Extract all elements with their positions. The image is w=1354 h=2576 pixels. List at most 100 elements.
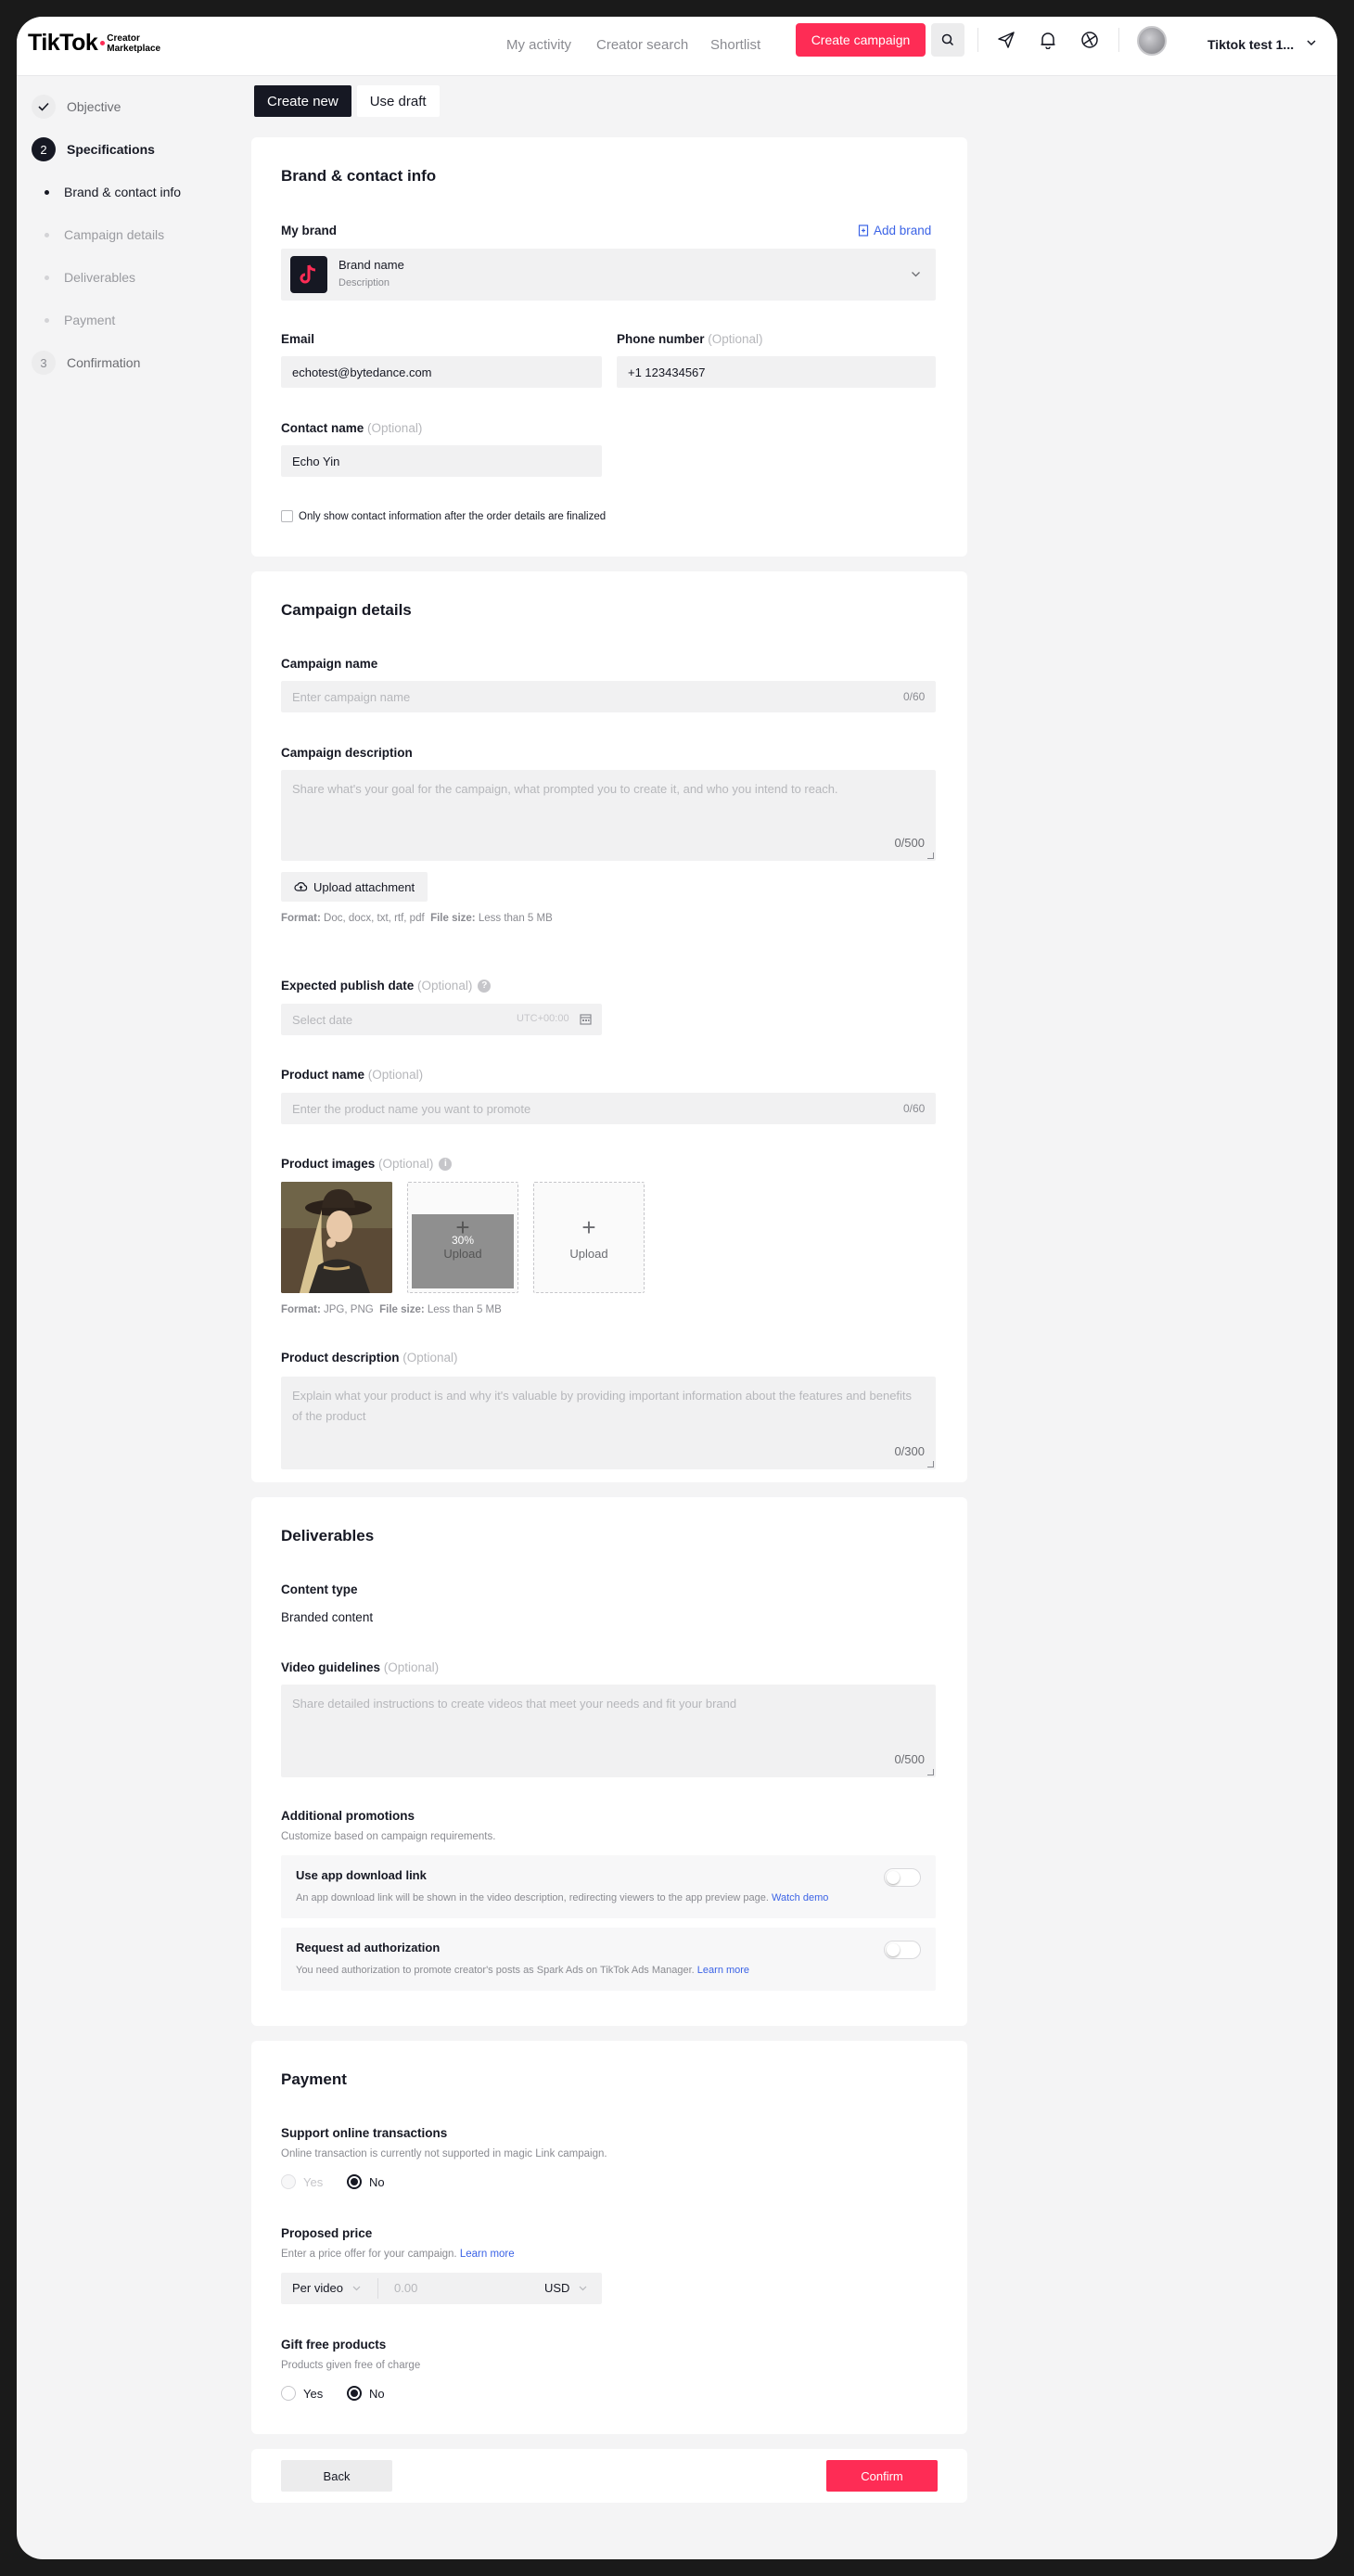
resize-handle[interactable] bbox=[927, 1769, 934, 1775]
contact-name-label: Contact name (Optional) bbox=[281, 421, 422, 435]
section-title: Campaign details bbox=[281, 601, 412, 619]
online-transactions-hint: Online transaction is currently not supp… bbox=[281, 2148, 607, 2159]
gift-yes-radio[interactable]: Yes bbox=[281, 2386, 323, 2401]
tab-use-draft[interactable]: Use draft bbox=[356, 85, 440, 117]
char-counter: 0/500 bbox=[894, 836, 925, 850]
learn-more-link[interactable]: Learn more bbox=[460, 2249, 515, 2260]
calendar-icon bbox=[580, 1014, 592, 1025]
product-image-thumbnail[interactable] bbox=[281, 1182, 392, 1293]
format-label: Format: bbox=[281, 1304, 321, 1315]
video-guidelines-label: Video guidelines (Optional) bbox=[281, 1660, 439, 1674]
ad-authorization-toggle[interactable] bbox=[884, 1941, 921, 1959]
search-button[interactable] bbox=[931, 23, 964, 57]
create-campaign-button[interactable]: Create campaign bbox=[796, 23, 926, 57]
user-avatar[interactable] bbox=[1137, 26, 1167, 56]
date-label-text: Expected publish date bbox=[281, 979, 415, 993]
checkbox-box[interactable] bbox=[281, 510, 293, 522]
char-counter: 0/60 bbox=[903, 1102, 926, 1115]
app-download-toggle[interactable] bbox=[884, 1868, 921, 1887]
nav-divider bbox=[1118, 28, 1119, 52]
radio-dot bbox=[281, 2386, 296, 2401]
product-name-input[interactable]: Enter the product name you want to promo… bbox=[281, 1093, 936, 1124]
radio-label: Yes bbox=[303, 2386, 324, 2401]
help-icon[interactable]: ? bbox=[478, 979, 492, 993]
upload-label: Upload bbox=[443, 1246, 482, 1261]
substep-dot bbox=[45, 275, 49, 280]
video-guidelines-input[interactable]: Share detailed instructions to create vi… bbox=[281, 1685, 936, 1777]
online-yes-radio[interactable]: Yes bbox=[281, 2174, 323, 2189]
price-unit-select[interactable]: Per video bbox=[292, 2281, 361, 2295]
format-value: JPG, PNG bbox=[324, 1304, 374, 1315]
tab-create-new[interactable]: Create new bbox=[254, 85, 351, 117]
add-brand-link[interactable]: Add brand bbox=[858, 224, 931, 237]
size-value: Less than 5 MB bbox=[427, 1304, 502, 1315]
phone-field[interactable]: +1 123434567 bbox=[617, 356, 936, 388]
format-label: Format: bbox=[281, 913, 321, 924]
upload-attachment-button[interactable]: Upload attachment bbox=[281, 872, 428, 902]
gift-no-radio[interactable]: No bbox=[347, 2386, 385, 2401]
contact-name-field[interactable]: Echo Yin bbox=[281, 445, 602, 477]
proposed-price-label: Proposed price bbox=[281, 2226, 373, 2240]
username[interactable]: Tiktok test 1... bbox=[1207, 37, 1294, 52]
substep-brand-contact[interactable]: Brand & contact info bbox=[41, 185, 181, 199]
chevron-down-icon bbox=[352, 2286, 361, 2290]
promo-ad-authorization: Request ad authorization You need author… bbox=[281, 1928, 936, 1991]
chevron-down-icon bbox=[912, 272, 920, 277]
price-amount-input[interactable]: 0.00 bbox=[394, 2281, 417, 2295]
substep-dot bbox=[45, 189, 49, 195]
brand-logo bbox=[290, 256, 327, 293]
promo-title: Use app download link bbox=[296, 1868, 427, 1882]
char-counter: 0/60 bbox=[903, 690, 926, 703]
content-type-value: Branded content bbox=[281, 1610, 374, 1624]
promo-description: An app download link will be shown in th… bbox=[296, 1892, 828, 1903]
photo-woman-hat bbox=[281, 1182, 392, 1293]
resize-handle[interactable] bbox=[927, 1461, 934, 1467]
explore-button[interactable] bbox=[1078, 28, 1102, 52]
messages-button[interactable] bbox=[994, 28, 1018, 52]
substep-campaign-details[interactable]: Campaign details bbox=[41, 227, 164, 242]
radio-label: No bbox=[369, 2174, 385, 2189]
add-document-icon bbox=[858, 224, 869, 237]
optional-tag: (Optional) bbox=[367, 421, 423, 435]
promo-title: Request ad authorization bbox=[296, 1941, 441, 1954]
substep-label: Campaign details bbox=[64, 227, 165, 242]
logo-sub-line2: Marketplace bbox=[107, 43, 161, 54]
back-button[interactable]: Back bbox=[281, 2460, 392, 2492]
chevron-down-icon[interactable] bbox=[1306, 39, 1317, 46]
logo-wordmark: TikTok bbox=[28, 30, 98, 56]
brand-select[interactable]: Brand name Description bbox=[281, 249, 936, 301]
campaign-name-input[interactable]: Enter campaign name bbox=[281, 681, 936, 712]
step-specifications[interactable]: 2 Specifications bbox=[32, 137, 155, 161]
learn-more-link[interactable]: Learn more bbox=[697, 1965, 749, 1976]
plus-icon: + bbox=[581, 1212, 596, 1241]
info-icon[interactable]: i bbox=[439, 1157, 453, 1171]
notifications-button[interactable] bbox=[1036, 28, 1060, 52]
product-image-uploading[interactable]: + 30% Upload bbox=[407, 1182, 518, 1293]
top-nav: TikTok Creator Marketplace My activity C… bbox=[17, 17, 1337, 76]
contact-privacy-checkbox[interactable]: Only show contact information after the … bbox=[281, 510, 606, 522]
product-image-upload-button[interactable]: + Upload bbox=[533, 1182, 645, 1293]
online-transactions-label: Support online transactions bbox=[281, 2126, 448, 2140]
watch-demo-link[interactable]: Watch demo bbox=[772, 1892, 828, 1903]
substep-deliverables[interactable]: Deliverables bbox=[41, 270, 135, 285]
resize-handle[interactable] bbox=[927, 852, 934, 859]
step-objective[interactable]: Objective bbox=[32, 95, 121, 119]
confirm-button[interactable]: Confirm bbox=[826, 2460, 938, 2492]
currency-select[interactable]: USD bbox=[544, 2281, 587, 2295]
nav-shortlist[interactable]: Shortlist bbox=[710, 37, 760, 53]
step-label: Specifications bbox=[67, 142, 155, 157]
nav-my-activity[interactable]: My activity bbox=[506, 37, 571, 53]
substep-payment[interactable]: Payment bbox=[41, 313, 115, 327]
email-field[interactable]: echotest@bytedance.com bbox=[281, 356, 602, 388]
tiktok-logo[interactable]: TikTok Creator Marketplace bbox=[28, 30, 160, 57]
placeholder: Share detailed instructions to create vi… bbox=[292, 1697, 737, 1711]
campaign-description-input[interactable]: Share what's your goal for the campaign,… bbox=[281, 770, 936, 861]
product-description-label: Product description (Optional) bbox=[281, 1351, 458, 1365]
image-format-hint: Format: JPG, PNG File size: Less than 5 … bbox=[281, 1304, 502, 1315]
online-no-radio[interactable]: No bbox=[347, 2174, 385, 2189]
attachment-format-hint: Format: Doc, docx, txt, rtf, pdf File si… bbox=[281, 913, 553, 924]
nav-creator-search[interactable]: Creator search bbox=[596, 37, 688, 53]
product-description-input[interactable]: Explain what your product is and why it'… bbox=[281, 1377, 936, 1469]
gift-products-hint: Products given free of charge bbox=[281, 2360, 421, 2371]
step-confirmation[interactable]: 3 Confirmation bbox=[32, 351, 140, 375]
